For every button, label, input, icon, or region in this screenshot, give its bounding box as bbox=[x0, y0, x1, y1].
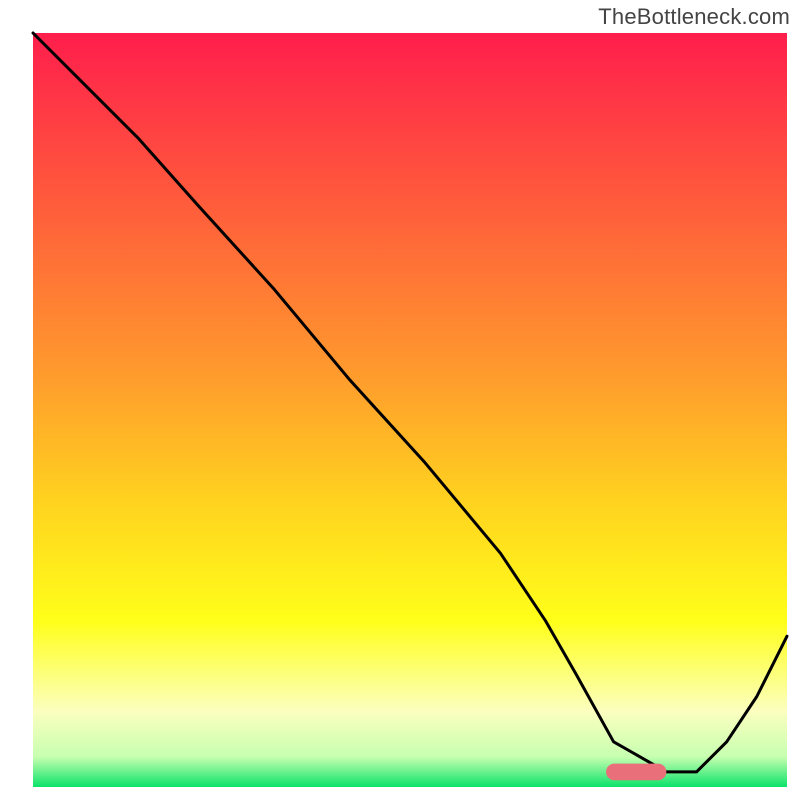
marker-pill bbox=[606, 764, 666, 781]
chart-svg bbox=[0, 0, 800, 800]
chart-container: TheBottleneck.com bbox=[0, 0, 800, 800]
